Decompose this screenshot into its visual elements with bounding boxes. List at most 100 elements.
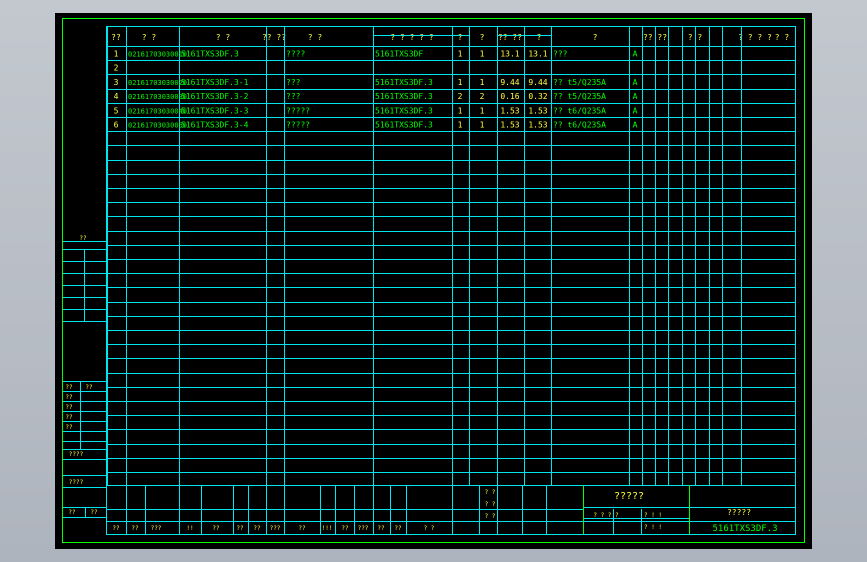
side-label: ?? — [65, 424, 73, 431]
side-label: ?? — [90, 509, 98, 516]
title-drawing-number: 5161TXS3DF.3 — [712, 524, 777, 534]
table-row: 3 021617030300205161TXS3DF.3-1??? 5161TXS3… — [114, 78, 638, 87]
quantity-total: 2 — [480, 92, 485, 101]
part-name: ??? — [286, 92, 301, 101]
mark: A — [633, 106, 638, 115]
mark: A — [633, 50, 638, 59]
part-code: 02161703030050 — [128, 122, 187, 130]
table-row: 4 021617030300305161TXS3DF.3-2??? 5161TXS3… — [114, 92, 638, 101]
header-cell: ? ? — [142, 33, 157, 42]
quantity-single: 1 — [458, 121, 463, 130]
row-number: 6 — [114, 121, 119, 130]
quantity-single: 1 — [458, 106, 463, 115]
table-row: 2 — [114, 64, 119, 73]
title-label: !!! — [322, 525, 333, 532]
side-label: ?? — [65, 384, 73, 391]
material: 5161TXS3DF — [375, 50, 423, 59]
title-block: ???????!!???????????!!!????????? ? ? ? ? ? … — [107, 485, 795, 534]
side-label: ?? — [65, 394, 73, 401]
drawing-number: 5161TXS3DF.3-3 — [181, 106, 249, 115]
header-cell: ?? ?? — [262, 33, 286, 42]
side-label: ?? — [65, 404, 73, 411]
drawing-number: 5161TXS3DF.3 — [181, 50, 239, 59]
weight-total: 9.44 — [528, 78, 547, 87]
bom-header: ??? ?? ??? ??? ?? ? ? ? ????? ?????? ???… — [111, 33, 789, 42]
weight-total: 13.1 — [528, 50, 547, 59]
header-cell: ? ? — [775, 33, 790, 42]
material: 5161TXS3DF.3 — [375, 106, 433, 115]
title-label: ? ? — [485, 489, 496, 496]
spec: ?? t5/Q235A — [553, 78, 606, 87]
mark: A — [633, 121, 638, 130]
header-cell: ?? ?? — [498, 33, 522, 42]
row-number: 2 — [114, 64, 119, 73]
title-label: ?? — [112, 525, 120, 532]
drawing-title: ????? — [614, 491, 644, 502]
title-label: ??? — [270, 525, 281, 532]
header-cell: ? — [480, 33, 485, 42]
side-label: ???? — [69, 451, 84, 458]
title-label: ? ! ! — [644, 524, 662, 531]
title-label: ? ? — [485, 501, 496, 508]
title-label: !! — [186, 525, 193, 532]
part-code: 02161703030020 — [128, 79, 187, 87]
part-name: ????? — [286, 121, 310, 130]
bom-drawing: ??? ?? ??? ??? ?? ? ? ? ????? ?????? ???… — [62, 18, 805, 543]
header-cell: ? ? — [308, 33, 323, 42]
spec: ?? t6/Q235A — [553, 106, 606, 115]
side-label: ?? — [65, 414, 73, 421]
weight-single: 1.53 — [500, 106, 519, 115]
title-label: ? ! ! — [644, 512, 662, 519]
cad-viewport[interactable]: ??? ?? ??? ??? ?? ? ? ? ????? ?????? ???… — [55, 13, 812, 549]
drawing-number: 5161TXS3DF.3-4 — [181, 121, 249, 130]
material: 5161TXS3DF.3 — [375, 78, 433, 87]
title-label: ??? — [151, 525, 162, 532]
title-label: ?? — [253, 525, 261, 532]
quantity-single: 1 — [458, 50, 463, 59]
header-cell: ? ? — [216, 33, 231, 42]
weight-total: 1.53 — [528, 121, 547, 130]
title-label: ? ? — [485, 513, 496, 520]
title-label: ?? — [341, 525, 349, 532]
header-cell: ? ? ? ? — [738, 33, 772, 42]
weight-single: 0.16 — [500, 92, 519, 101]
part-name: ??? — [286, 78, 301, 87]
quantity-single: 2 — [458, 92, 463, 101]
mark: A — [633, 78, 638, 87]
part-code: 02161703030040 — [128, 107, 187, 115]
title-label: ?? — [212, 525, 220, 532]
table-row: 5 021617030300405161TXS3DF.3-3????? 5161TX… — [114, 106, 638, 115]
weight-total: 0.32 — [528, 92, 547, 101]
material: 5161TXS3DF.3 — [375, 92, 433, 101]
table-row: 1 021617030300105161TXS3DF.3???? 5161TXS3D… — [114, 50, 638, 59]
spec: ??? — [553, 50, 568, 59]
quantity-total: 1 — [480, 121, 485, 130]
side-label: ?? — [79, 235, 87, 242]
weight-total: 1.53 — [528, 106, 547, 115]
part-name: ????? — [286, 106, 310, 115]
side-strip: ?????????????????????????? — [63, 235, 106, 518]
title-label: ? ? ? ? — [593, 512, 619, 519]
weight-single: 1.53 — [500, 121, 519, 130]
drawing-subtitle: ????? — [727, 508, 751, 517]
title-label: ?? — [377, 525, 385, 532]
mark: A — [633, 92, 638, 101]
drawing-number: 5161TXS3DF.3-1 — [181, 78, 249, 87]
header-cell: ?? — [111, 33, 121, 42]
side-label: ?? — [68, 509, 76, 516]
quantity-total: 1 — [480, 106, 485, 115]
spec: ?? t6/Q235A — [553, 121, 606, 130]
header-cell: ? — [537, 33, 542, 42]
weight-single: 13.1 — [500, 50, 519, 59]
part-code: 02161703030010 — [128, 51, 187, 59]
quantity-total: 1 — [480, 78, 485, 87]
title-label: ?? — [394, 525, 402, 532]
header-cell: ? ? ? ? ? — [390, 33, 434, 42]
table-row: 6 021617030300505161TXS3DF.3-4????? 5161TX… — [114, 121, 638, 130]
title-label: ?? — [298, 525, 306, 532]
weight-single: 9.44 — [500, 78, 519, 87]
quantity-single: 1 — [458, 78, 463, 87]
quantity-total: 1 — [480, 50, 485, 59]
row-number: 4 — [114, 92, 119, 101]
side-label: ???? — [69, 479, 84, 486]
